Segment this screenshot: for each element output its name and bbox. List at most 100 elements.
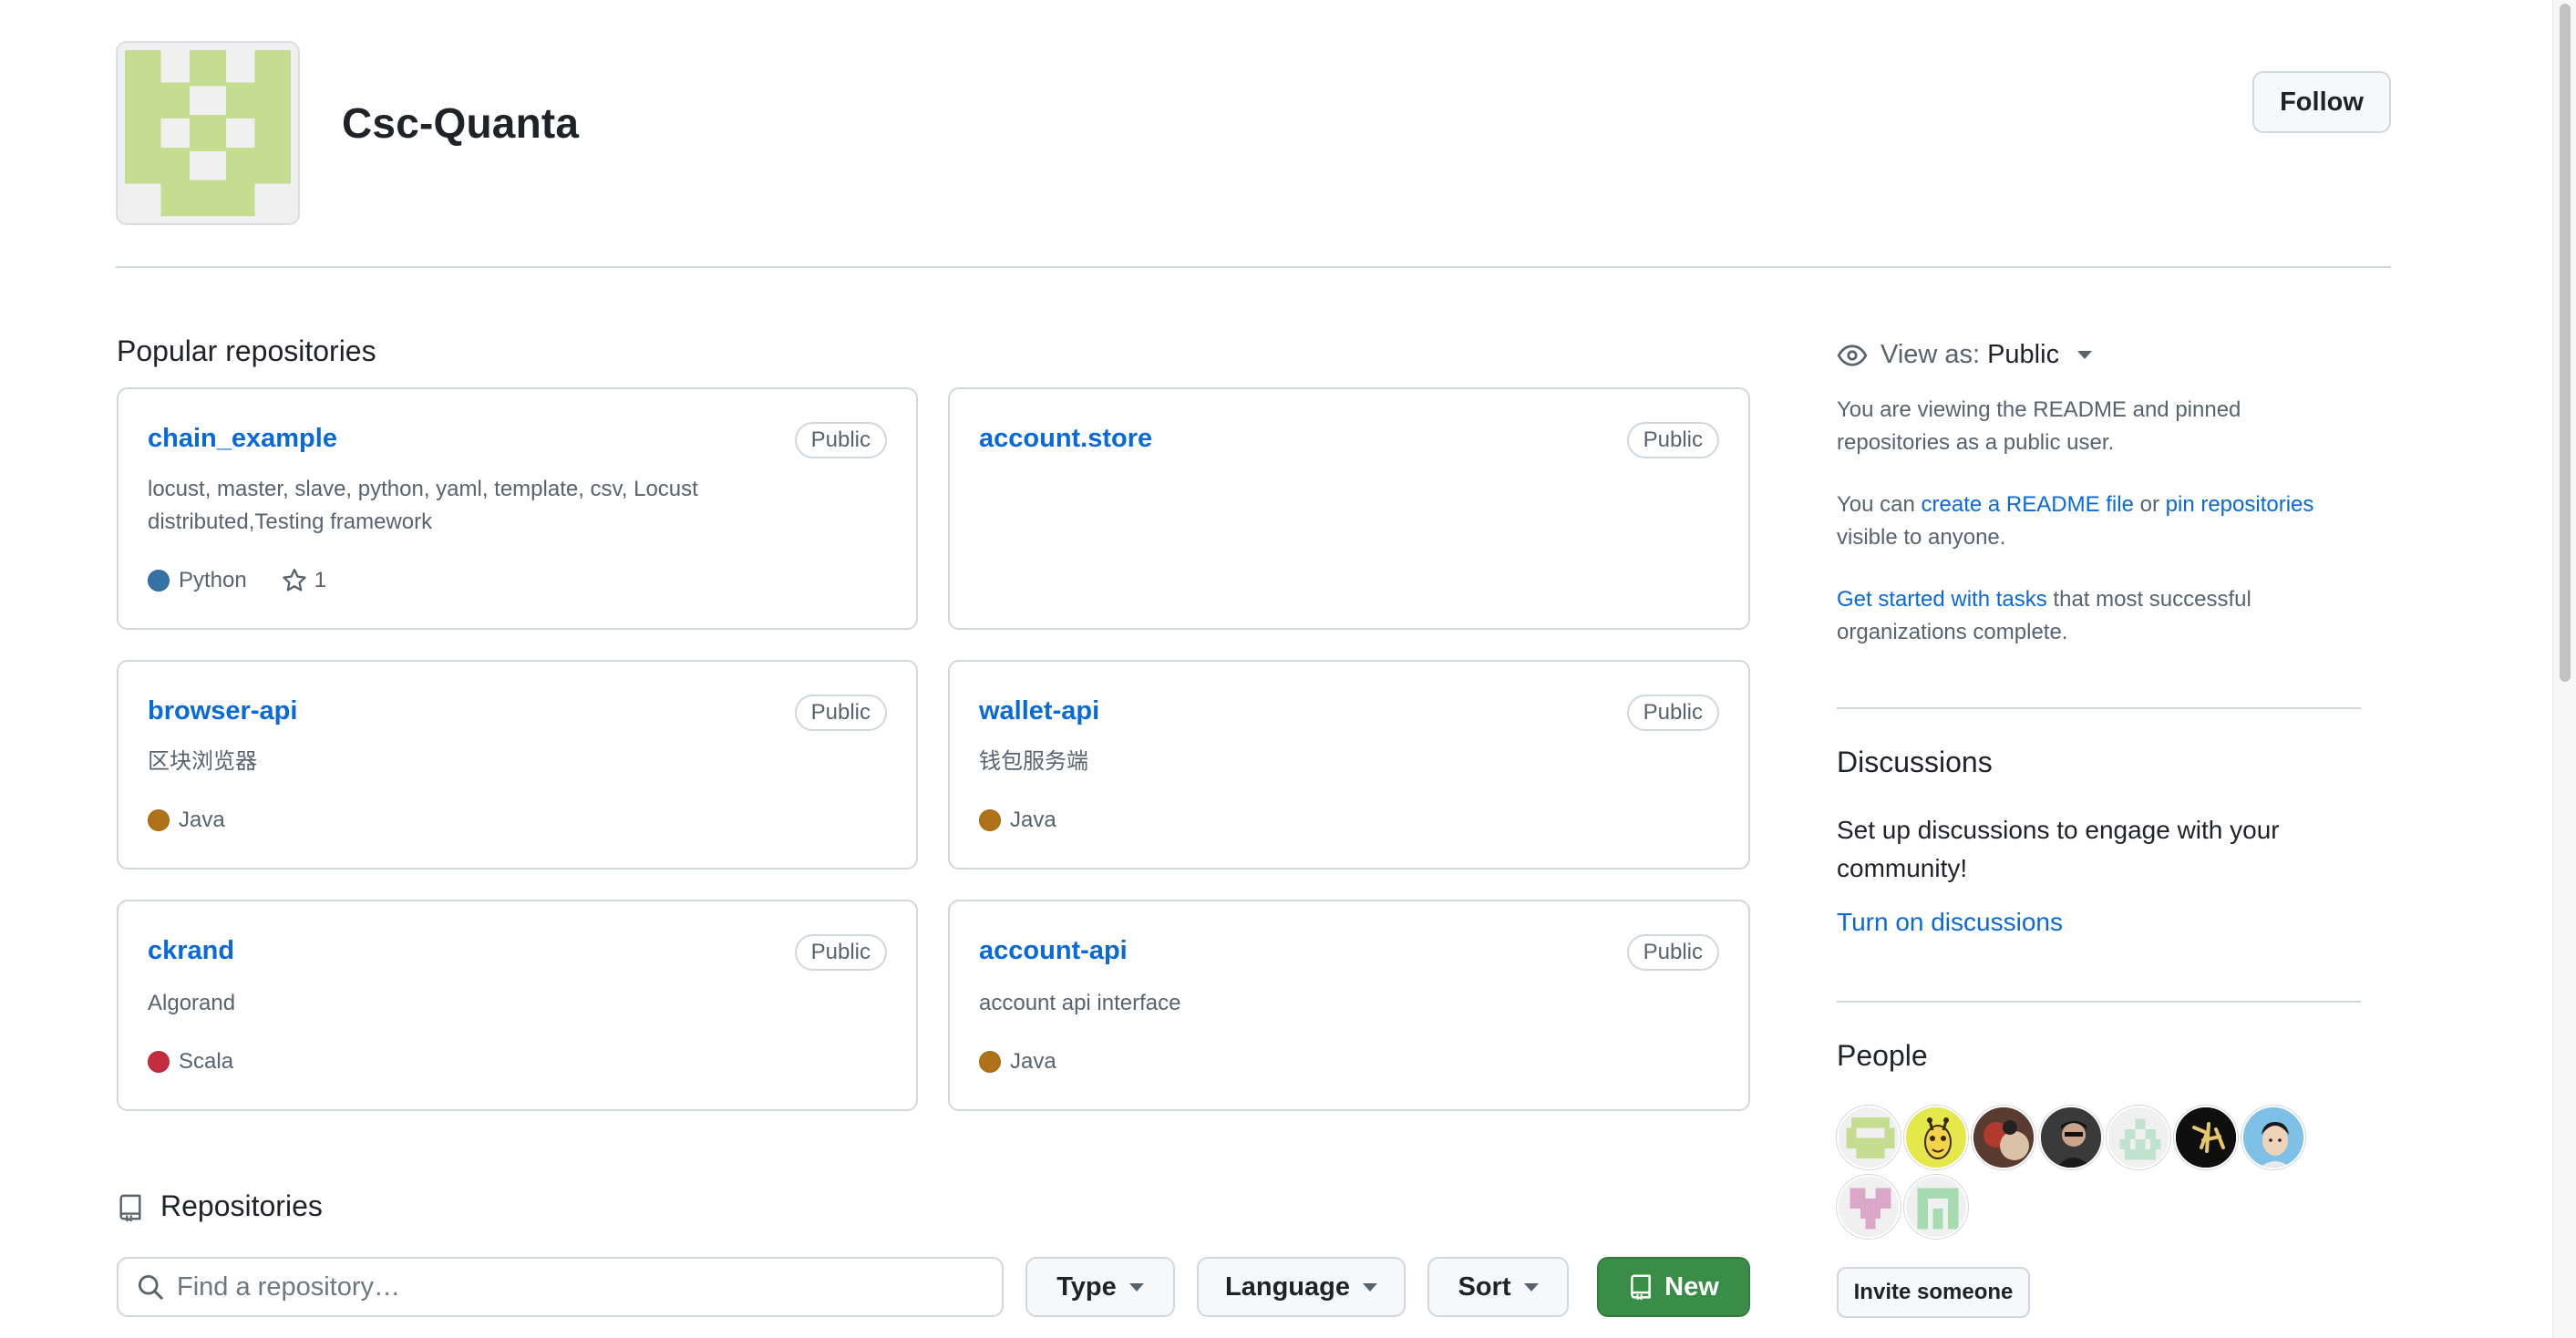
pinned-repo-card: chain_example Public locust, master, sla…: [117, 387, 918, 630]
identicon-image: [118, 43, 298, 223]
chevron-down-icon: [2077, 351, 2093, 359]
repo-search-box: [117, 1257, 1004, 1317]
follow-button[interactable]: Follow: [2252, 71, 2391, 133]
visibility-badge: Public: [1626, 695, 1719, 731]
org-name: Csc-Quanta: [342, 99, 580, 147]
member-avatar[interactable]: [1904, 1175, 1968, 1239]
member-avatar[interactable]: [2107, 1106, 2170, 1169]
repo-description: Algorand: [148, 991, 236, 1015]
language-filter-label: Language: [1225, 1271, 1350, 1302]
language-color-dot: [979, 809, 1001, 831]
get-started-link[interactable]: Get started with tasks: [1837, 587, 2047, 612]
repo-description: locust, master, slave, python, yaml, tem…: [148, 477, 698, 534]
member-avatar[interactable]: [1837, 1106, 1901, 1169]
pinned-repo-card: wallet-api Public 钱包服务端 Java: [948, 660, 1750, 870]
chevron-down-icon: [1523, 1282, 1539, 1292]
photo-avatar-image: [2243, 1107, 2303, 1168]
repo-link[interactable]: chain_example: [148, 424, 337, 454]
header-divider: [116, 266, 2391, 268]
discussions-title: Discussions: [1837, 746, 1993, 778]
discussions-text: Set up discussions to engage with your c…: [1837, 816, 2280, 882]
repo-meta: Python 1: [148, 568, 326, 593]
visible-suffix: visible to anyone.: [1837, 525, 2006, 550]
or-text: or: [2133, 492, 2166, 517]
pinned-repo-card: ckrand Public Algorand Scala: [117, 900, 918, 1111]
repo-link[interactable]: account-api: [979, 936, 1128, 966]
get-started-text: Get started with tasks that most success…: [1837, 583, 2347, 649]
visibility-badge: Public: [794, 422, 887, 458]
repo-language: Scala: [179, 1049, 234, 1074]
member-avatar[interactable]: [2174, 1106, 2238, 1169]
invite-someone-button[interactable]: Invite someone: [1837, 1267, 2030, 1318]
repo-description: account api interface: [979, 991, 1181, 1015]
photo-avatar-image: [2041, 1107, 2101, 1168]
popular-repositories-title: Popular repositories: [117, 334, 376, 367]
sidebar-divider: [1837, 1001, 2361, 1003]
pin-info-text: You can create a README file or pin repo…: [1837, 489, 2347, 554]
create-readme-link[interactable]: create a README file: [1922, 492, 2134, 517]
pinned-repo-card: account.store Public: [948, 387, 1750, 630]
visibility-badge: Public: [794, 934, 887, 971]
repo-link[interactable]: account.store: [979, 424, 1152, 454]
repo-book-icon: [117, 1192, 144, 1228]
language-color-dot: [148, 570, 170, 592]
identicon-image: [2108, 1107, 2169, 1168]
pinned-repo-card: account-api Public account api interface…: [948, 900, 1750, 1111]
can-prefix: You can: [1837, 492, 1922, 517]
eye-icon: [1837, 344, 1868, 366]
repo-language: Java: [1010, 808, 1056, 832]
member-avatar[interactable]: [1904, 1106, 1968, 1169]
repo-description: 区块浏览器: [148, 749, 257, 774]
language-filter-button[interactable]: Language: [1197, 1257, 1406, 1317]
view-as-value: Public: [1987, 340, 2060, 369]
repo-link[interactable]: wallet-api: [979, 696, 1099, 726]
member-avatar[interactable]: [2241, 1106, 2305, 1169]
view-as-dropdown[interactable]: View as: Public: [1837, 340, 2093, 370]
pin-repositories-link[interactable]: pin repositories: [2166, 492, 2314, 517]
repo-link[interactable]: browser-api: [148, 696, 297, 726]
chevron-down-icon: [1128, 1282, 1144, 1292]
identicon-image: [1839, 1177, 1899, 1237]
stargazers-link[interactable]: 1: [282, 568, 326, 593]
sort-label: Sort: [1458, 1271, 1511, 1302]
org-avatar: [116, 41, 300, 225]
new-repo-button[interactable]: New: [1597, 1257, 1750, 1317]
type-filter-button[interactable]: Type: [1025, 1257, 1175, 1317]
language-color-dot: [148, 1051, 170, 1073]
calligraphy-avatar-image: [2176, 1107, 2236, 1168]
member-avatar[interactable]: [1837, 1175, 1901, 1239]
chevron-down-icon: [1362, 1282, 1377, 1292]
repo-link[interactable]: ckrand: [148, 936, 234, 966]
giraffe-avatar-image: [1906, 1107, 1966, 1168]
language-color-dot: [148, 809, 170, 831]
people-title: People: [1837, 1039, 1928, 1072]
repositories-title: Repositories: [160, 1189, 323, 1222]
new-button-label: New: [1664, 1271, 1719, 1302]
repo-language: Java: [1010, 1049, 1056, 1074]
repo-search-input[interactable]: [177, 1271, 961, 1302]
type-filter-label: Type: [1056, 1271, 1117, 1302]
repo-meta: Java: [979, 1049, 1056, 1075]
repo-language: Java: [179, 808, 225, 832]
star-count: 1: [314, 568, 327, 592]
scrollbar-thumb[interactable]: [2560, 4, 2571, 682]
repo-description: 钱包服务端: [979, 749, 1088, 774]
repo-meta: Scala: [148, 1049, 233, 1075]
visibility-badge: Public: [1626, 934, 1719, 971]
member-avatar[interactable]: [2039, 1106, 2103, 1169]
repo-language: Python: [179, 568, 247, 592]
star-icon: [283, 568, 306, 592]
member-avatar[interactable]: [1972, 1106, 2035, 1169]
sidebar-divider: [1837, 707, 2361, 709]
identicon-image: [1906, 1177, 1966, 1237]
view-as-prefix: View as:: [1880, 340, 1981, 369]
sort-button[interactable]: Sort: [1427, 1257, 1569, 1317]
repo-meta: Java: [148, 808, 225, 833]
identicon-image: [1839, 1107, 1899, 1168]
search-icon: [138, 1274, 163, 1300]
readme-info-text: You are viewing the README and pinned re…: [1837, 397, 2241, 455]
repo-meta: Java: [979, 808, 1056, 833]
photo-avatar-image: [1973, 1107, 2034, 1168]
turn-on-discussions-link[interactable]: Turn on discussions: [1837, 908, 2063, 937]
language-color-dot: [979, 1051, 1001, 1073]
